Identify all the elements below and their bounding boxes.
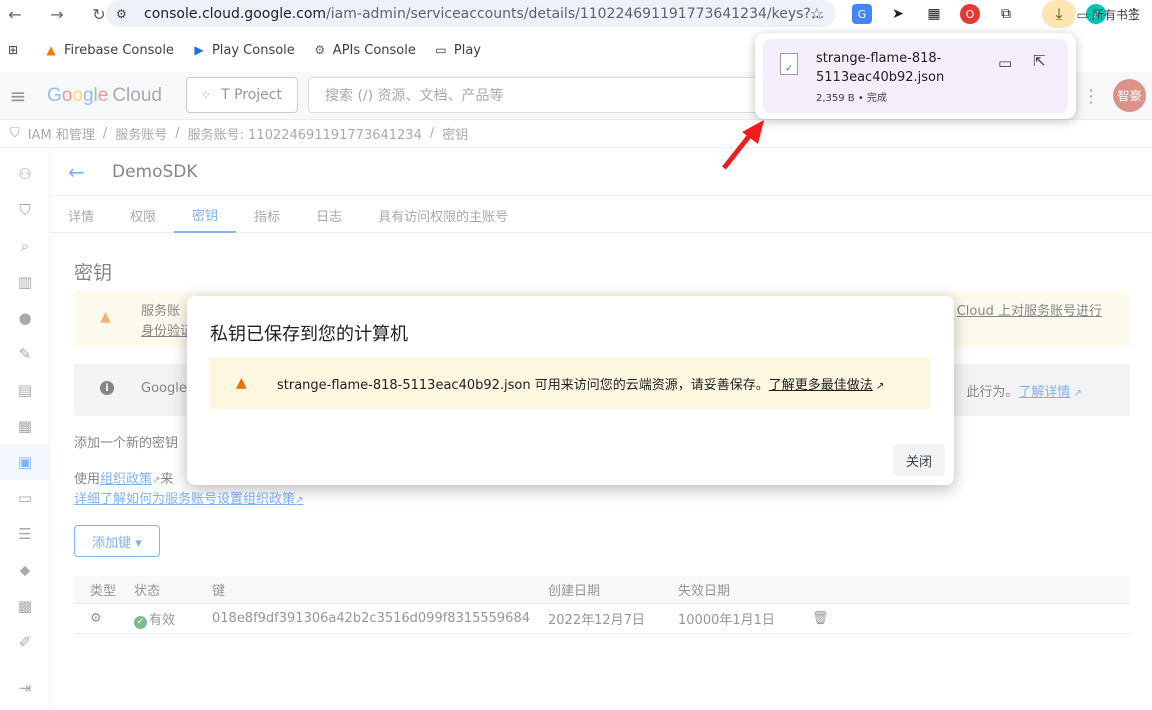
best-practices-link[interactable]: 了解更多最佳做法 [769, 378, 873, 393]
open-file-icon[interactable]: ⇱ [1033, 52, 1046, 70]
opera-extension-icon[interactable]: O [960, 4, 980, 24]
dialog-warning: ▲ strange-flame-818-5113eac40b92.json 可用… [210, 357, 930, 409]
url-path: /iam-admin/serviceaccounts/details/11022… [326, 5, 825, 22]
extensions-icon[interactable]: ⧉ [996, 4, 1016, 24]
show-in-folder-icon[interactable]: ▭ [998, 54, 1012, 72]
warning-icon: ▲ [236, 375, 247, 391]
download-meta: 2,359 B • 完成 [816, 93, 887, 104]
qr-code-icon[interactable]: ▦ [924, 4, 944, 24]
bookmark-play[interactable]: ▭ Play [434, 43, 481, 58]
address-bar[interactable]: ⚙ console.cloud.google.com/iam-admin/ser… [106, 0, 836, 27]
bookmark-apis-console[interactable]: ⚙ APIs Console [313, 43, 415, 58]
bookmark-star-icon[interactable]: ☆ [810, 4, 824, 23]
all-bookmarks[interactable]: ▭ 所有书签 [1077, 6, 1140, 23]
dialog-title: 私钥已保存到您的计算机 [210, 324, 408, 345]
cursor-extension-icon[interactable]: ➤ [888, 4, 908, 24]
bookmark-firebase[interactable]: ▲ Firebase Console [44, 43, 174, 58]
red-arrow-annotation [722, 120, 764, 170]
site-info-icon[interactable]: ⚙ [116, 7, 134, 21]
all-bookmarks-folder-icon: ▭ [1076, 7, 1088, 22]
apis-icon: ⚙ [314, 43, 326, 57]
firebase-icon: ▲ [46, 43, 56, 57]
external-link-icon: ↗ [872, 381, 885, 392]
key-saved-dialog: 私钥已保存到您的计算机 ▲ strange-flame-818-5113eac4… [187, 296, 954, 485]
translate-extension-icon[interactable]: G [852, 4, 872, 24]
back-icon[interactable]: ← [0, 0, 30, 28]
bookmark-play-console[interactable]: ▶ Play Console [192, 43, 294, 58]
apps-icon[interactable]: ⊞ [6, 43, 26, 57]
close-button[interactable]: 关闭 [893, 444, 945, 476]
folder-icon: ▭ [435, 43, 447, 57]
play-console-icon: ▶ [194, 43, 204, 57]
download-item[interactable]: ✓ strange-flame-818-5113eac40b92.json 2,… [763, 39, 1068, 113]
download-filename: strange-flame-818-5113eac40b92.json [816, 51, 945, 85]
download-icon[interactable]: ⤓ [1042, 0, 1076, 28]
url-host: console.cloud.google.com [144, 5, 327, 22]
json-file-icon: ✓ [780, 53, 798, 75]
forward-icon[interactable]: → [42, 0, 72, 28]
download-bubble: ✓ strange-flame-818-5113eac40b92.json 2,… [755, 33, 1076, 119]
